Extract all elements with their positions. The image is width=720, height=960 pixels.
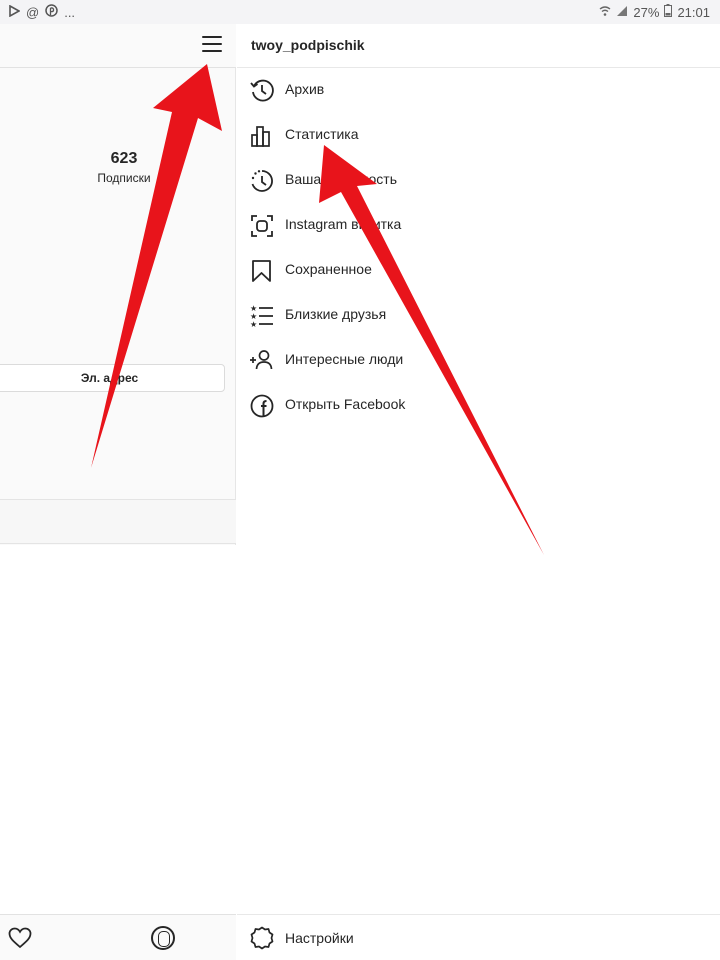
- menu-item-archive[interactable]: Архив: [237, 68, 720, 113]
- following-count: 623: [110, 150, 138, 167]
- menu-icon[interactable]: [202, 36, 222, 53]
- pinterest-icon: [45, 4, 58, 21]
- activity-icon: [249, 168, 275, 194]
- menu-label-activity: Ваша активность: [285, 171, 397, 187]
- nametag-icon: [249, 213, 275, 239]
- menu-label-discover-people: Интересные люди: [285, 351, 404, 367]
- menu-item-close-friends[interactable]: ★ ★ ★ Близкие друзья: [237, 293, 720, 338]
- menu-label-statistics: Статистика: [285, 126, 359, 142]
- status-bar: @ ... 27% 21:01: [0, 0, 720, 24]
- menu-label-close-friends: Близкие друзья: [285, 306, 387, 322]
- drawer-header: twoy_podpischik: [237, 24, 720, 68]
- status-ellipsis: ...: [64, 5, 76, 20]
- options-drawer: twoy_podpischik Архив Статистика Ваша ак…: [237, 24, 720, 960]
- following-label: Подписки: [97, 171, 151, 185]
- menu-item-discover-people[interactable]: Интересные люди: [237, 338, 720, 383]
- facebook-icon: [249, 393, 275, 419]
- clock: 21:01: [677, 4, 710, 20]
- bottom-nav: [0, 914, 236, 960]
- menu-label-saved: Сохраненное: [285, 261, 372, 277]
- following-stat[interactable]: 623 Подписки: [79, 150, 169, 185]
- username: twoy_podpischik: [251, 37, 365, 53]
- email-button[interactable]: Эл. адрес: [0, 364, 225, 392]
- menu-item-statistics[interactable]: Статистика: [237, 113, 720, 158]
- menu-label-nametag: Instagram визитка: [285, 216, 402, 232]
- bookmark-icon: [249, 258, 275, 284]
- profile-header: [0, 24, 236, 68]
- svg-text:★: ★: [250, 320, 257, 329]
- gear-icon: [249, 925, 275, 951]
- at-icon: @: [26, 4, 40, 20]
- profile-avatar-icon[interactable]: [151, 926, 175, 950]
- bar-chart-icon: [249, 123, 275, 149]
- profile-pane: 623 Подписки Эл. адрес: [0, 24, 236, 960]
- close-friends-icon: ★ ★ ★: [249, 303, 275, 329]
- menu-label-open-facebook: Открыть Facebook: [285, 396, 406, 412]
- settings-row[interactable]: Настройки: [237, 914, 720, 960]
- menu-item-nametag[interactable]: Instagram визитка: [237, 203, 720, 248]
- archive-icon: [249, 78, 275, 104]
- signal-icon: [616, 5, 628, 20]
- status-right: 27% 21:01: [599, 4, 710, 20]
- profile-tabs-row: [0, 499, 236, 544]
- menu-item-saved[interactable]: Сохраненное: [237, 248, 720, 293]
- status-left: @ ...: [8, 4, 75, 21]
- settings-label: Настройки: [285, 930, 354, 946]
- heart-icon[interactable]: [8, 927, 32, 949]
- battery-icon: [664, 4, 673, 20]
- play-icon: [8, 4, 21, 21]
- menu-item-open-facebook[interactable]: Открыть Facebook: [237, 383, 720, 428]
- battery-percent: 27%: [633, 4, 660, 20]
- menu-label-archive: Архив: [285, 81, 325, 97]
- wifi-icon: [599, 5, 611, 20]
- profile-grid: [0, 545, 236, 914]
- menu-item-activity[interactable]: Ваша активность: [237, 158, 720, 203]
- add-person-icon: [249, 348, 275, 374]
